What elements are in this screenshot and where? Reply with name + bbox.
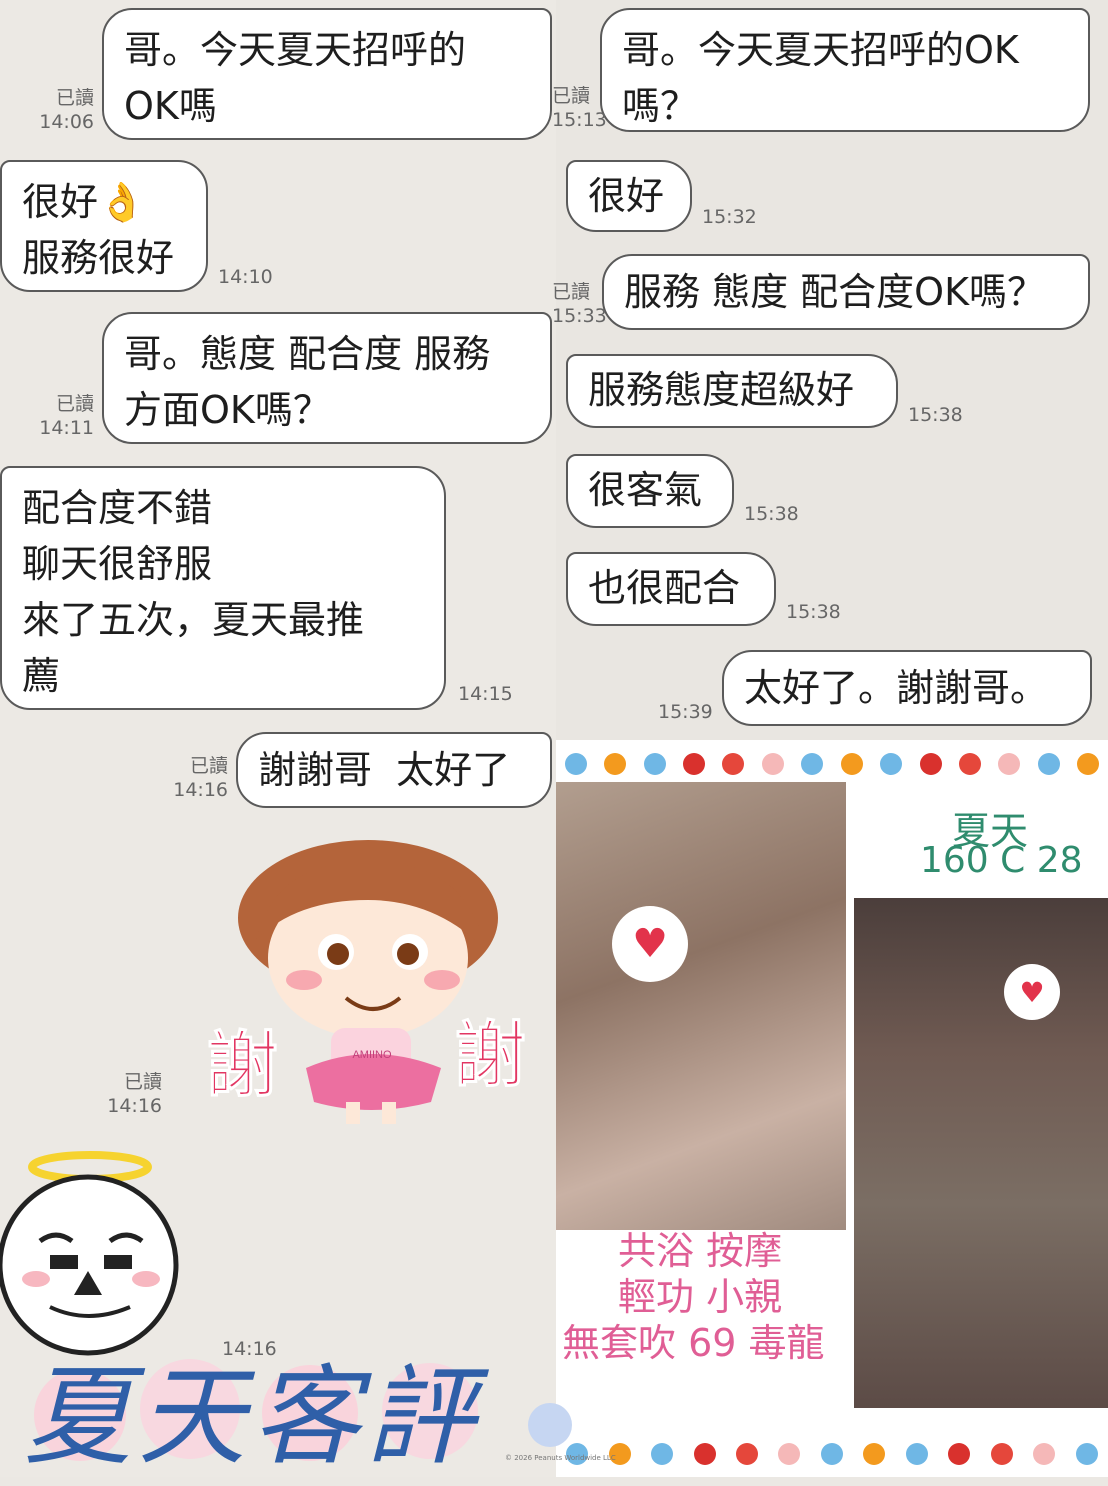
- message-time: 15:38: [786, 601, 841, 623]
- service-line: 無套吹 69 毒龍: [562, 1321, 825, 1365]
- read-receipt: 已讀: [123, 1071, 162, 1093]
- sticker-shirt-text: AMIINO: [352, 1049, 392, 1061]
- chat-bubble-incoming: 很客氣: [566, 454, 734, 528]
- message-meta: 已讀 15:13: [552, 84, 607, 132]
- message-meta: 已讀 14:16: [98, 1070, 162, 1118]
- chat-bubble-incoming: 也很配合: [566, 552, 776, 626]
- read-receipt: 已讀: [552, 85, 591, 107]
- message-time: 14:16: [173, 779, 228, 801]
- sticker-thanks-right: 謝: [454, 1013, 526, 1097]
- heart-icon: ♥: [612, 906, 688, 982]
- message-meta: 已讀 14:06: [30, 86, 94, 134]
- message-time: 14:15: [458, 683, 513, 705]
- message-time: 15:32: [702, 206, 757, 228]
- sticker-thanks-left: 謝: [206, 1023, 278, 1107]
- thank-you-girl-sticker: AMIINO 謝 謝: [205, 840, 528, 1124]
- chat-bubble-incoming: 很好👌 服務很好: [0, 160, 208, 292]
- chat-bubble-incoming: 很好: [566, 160, 692, 232]
- chat-bubble-outgoing: 謝謝哥 太好了: [236, 732, 552, 808]
- message-meta: 已讀 14:11: [30, 392, 94, 440]
- heart-icon: ♥: [1004, 964, 1060, 1020]
- message-time: 15:13: [552, 109, 607, 131]
- banner-title: 夏天客評: [24, 1355, 481, 1480]
- message-time: 14:06: [39, 111, 94, 133]
- chat-bubble-outgoing: 哥。今天夏天招呼的OK 嗎？: [600, 8, 1090, 132]
- chat-bubble-outgoing: 哥。今天夏天招呼的 OK嗎: [102, 8, 552, 140]
- message-meta: 已讀 14:16: [164, 754, 228, 802]
- message-time: 15:38: [744, 503, 799, 525]
- services-list: 共浴 按摩 輕功 小親 無套吹 69 毒龍: [562, 1228, 825, 1366]
- message-time: 14:16: [107, 1095, 162, 1117]
- service-line: 輕功 小親: [618, 1275, 783, 1319]
- chat-bubble-incoming: 配合度不錯 聊天很舒服 來了五次，夏天最推 薦: [0, 466, 446, 710]
- message-time: 15:33: [552, 305, 607, 327]
- emoji-border-bottom: [556, 1434, 1108, 1474]
- message-time: 14:10: [218, 266, 273, 288]
- chat-bubble-outgoing: 太好了。謝謝哥。: [722, 650, 1092, 726]
- promo-card: ♥ 夏天 160 C 28 ♥ 共浴 按摩 輕功 小親 無套吹 69 毒龍: [556, 740, 1108, 1477]
- service-line: 共浴 按摩: [618, 1229, 783, 1273]
- message-time: 15:38: [908, 404, 963, 426]
- chat-bubble-outgoing: 服務 態度 配合度OK嗎？: [602, 254, 1090, 330]
- chat-bubble-outgoing: 哥。態度 配合度 服務 方面OK嗎？: [102, 312, 552, 444]
- read-receipt: 已讀: [55, 393, 94, 415]
- message-time: 15:39: [658, 701, 713, 723]
- read-receipt: 已讀: [55, 87, 94, 109]
- message-time: 14:11: [39, 417, 94, 439]
- read-receipt: 已讀: [189, 755, 228, 777]
- emoji-border-top: [556, 744, 1108, 784]
- profile-photo-2: ♥: [854, 898, 1108, 1408]
- message-meta: 已讀 15:33: [552, 280, 607, 328]
- read-receipt: 已讀: [552, 281, 591, 303]
- chat-bubble-incoming: 服務態度超級好: [566, 354, 898, 428]
- profile-stats: 160 C 28: [920, 840, 1083, 881]
- profile-photo-1: ♥: [556, 782, 846, 1230]
- copyright-text: © 2026 Peanuts Worldwide LLC: [505, 1454, 616, 1462]
